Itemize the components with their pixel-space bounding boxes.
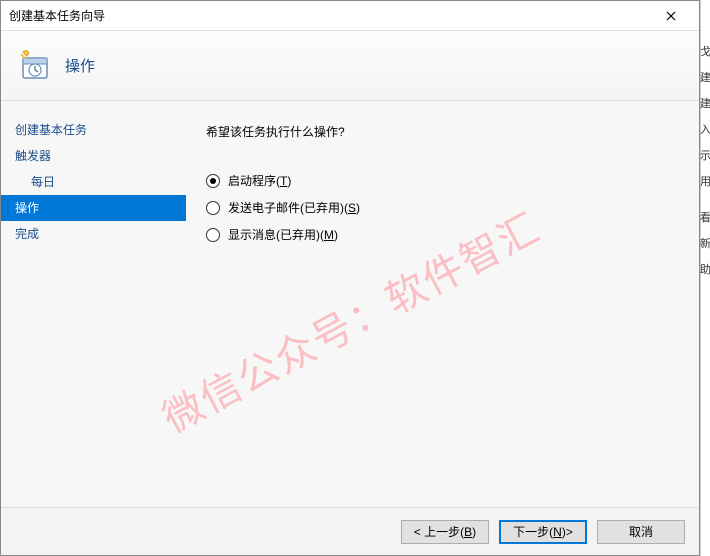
window-title: 创建基本任务向导 xyxy=(9,7,651,24)
cancel-button[interactable]: 取消 xyxy=(597,520,685,544)
radio-icon xyxy=(206,174,220,188)
back-button[interactable]: < 上一步(B) xyxy=(401,520,489,544)
radio-send-email[interactable]: 发送电子邮件(已弃用)(S) xyxy=(206,199,679,216)
titlebar: 创建基本任务向导 xyxy=(1,1,699,31)
wizard-footer: < 上一步(B) 下一步(N) > 取消 xyxy=(1,507,699,555)
radio-label: 发送电子邮件(已弃用)(S) xyxy=(228,199,360,216)
nav-item-trigger[interactable]: 触发器 xyxy=(1,143,186,169)
action-prompt: 希望该任务执行什么操作? xyxy=(206,123,679,140)
next-button[interactable]: 下一步(N) > xyxy=(499,520,587,544)
wizard-body: 微信公众号：软件智汇 创建基本任务 触发器 每日 操作 完成 希望该任务执行什么… xyxy=(1,101,699,507)
radio-label: 启动程序(T) xyxy=(228,172,291,189)
radio-show-message[interactable]: 显示消息(已弃用)(M) xyxy=(206,226,679,243)
nav-item-action[interactable]: 操作 xyxy=(1,195,186,221)
wizard-header: 操作 xyxy=(1,31,699,101)
radio-start-program[interactable]: 启动程序(T) xyxy=(206,172,679,189)
close-icon xyxy=(666,11,676,21)
radio-icon xyxy=(206,228,220,242)
close-button[interactable] xyxy=(651,2,691,30)
wizard-nav: 创建基本任务 触发器 每日 操作 完成 xyxy=(1,101,186,507)
nav-item-daily[interactable]: 每日 xyxy=(1,169,186,195)
nav-item-create-task[interactable]: 创建基本任务 xyxy=(1,117,186,143)
task-scheduler-icon xyxy=(19,50,51,82)
background-window-fragment: 戈 建 建 入 示 用 看 新 助 xyxy=(700,0,710,556)
radio-label: 显示消息(已弃用)(M) xyxy=(228,226,338,243)
nav-item-finish[interactable]: 完成 xyxy=(1,221,186,247)
wizard-content: 希望该任务执行什么操作? 启动程序(T) 发送电子邮件(已弃用)(S) 显示消息… xyxy=(186,101,699,507)
radio-icon xyxy=(206,201,220,215)
step-title: 操作 xyxy=(65,55,95,76)
wizard-window: 创建基本任务向导 操作 微信公众号：软件智汇 创建基本任务 触发器 每日 操作 … xyxy=(0,0,700,556)
action-radio-group: 启动程序(T) 发送电子邮件(已弃用)(S) 显示消息(已弃用)(M) xyxy=(206,172,679,243)
